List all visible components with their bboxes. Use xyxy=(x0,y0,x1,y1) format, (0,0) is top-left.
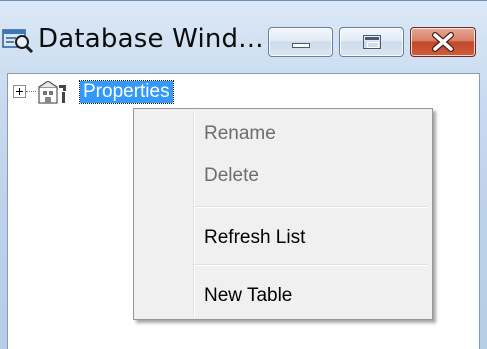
tree-connector-line xyxy=(26,91,36,92)
context-menu: Rename Delete Refresh List New Table xyxy=(133,108,433,320)
window-title: Database Wind... xyxy=(38,24,264,54)
database-window: Database Wind... Properties Rename Delet… xyxy=(0,0,487,349)
maximize-button[interactable] xyxy=(339,27,404,57)
tree-node-properties[interactable]: Properties xyxy=(8,77,308,105)
tree-node-label[interactable]: Properties xyxy=(79,80,174,104)
menu-separator xyxy=(194,264,428,266)
menu-item-refresh-list[interactable]: Refresh List xyxy=(136,217,430,259)
title-bar[interactable]: Database Wind... xyxy=(0,1,487,63)
minimize-button[interactable] xyxy=(268,27,333,57)
plus-expander-icon[interactable] xyxy=(13,85,26,98)
maximize-icon xyxy=(363,35,381,49)
menu-item-rename[interactable]: Rename xyxy=(136,113,430,155)
properties-icon xyxy=(36,80,76,105)
menu-separator xyxy=(194,206,428,208)
menu-item-new-table[interactable]: New Table xyxy=(136,275,430,317)
close-icon xyxy=(411,28,475,56)
database-window-icon xyxy=(2,25,36,54)
menu-item-delete[interactable]: Delete xyxy=(136,155,430,197)
minimize-icon xyxy=(292,43,310,48)
close-button[interactable] xyxy=(410,27,476,57)
